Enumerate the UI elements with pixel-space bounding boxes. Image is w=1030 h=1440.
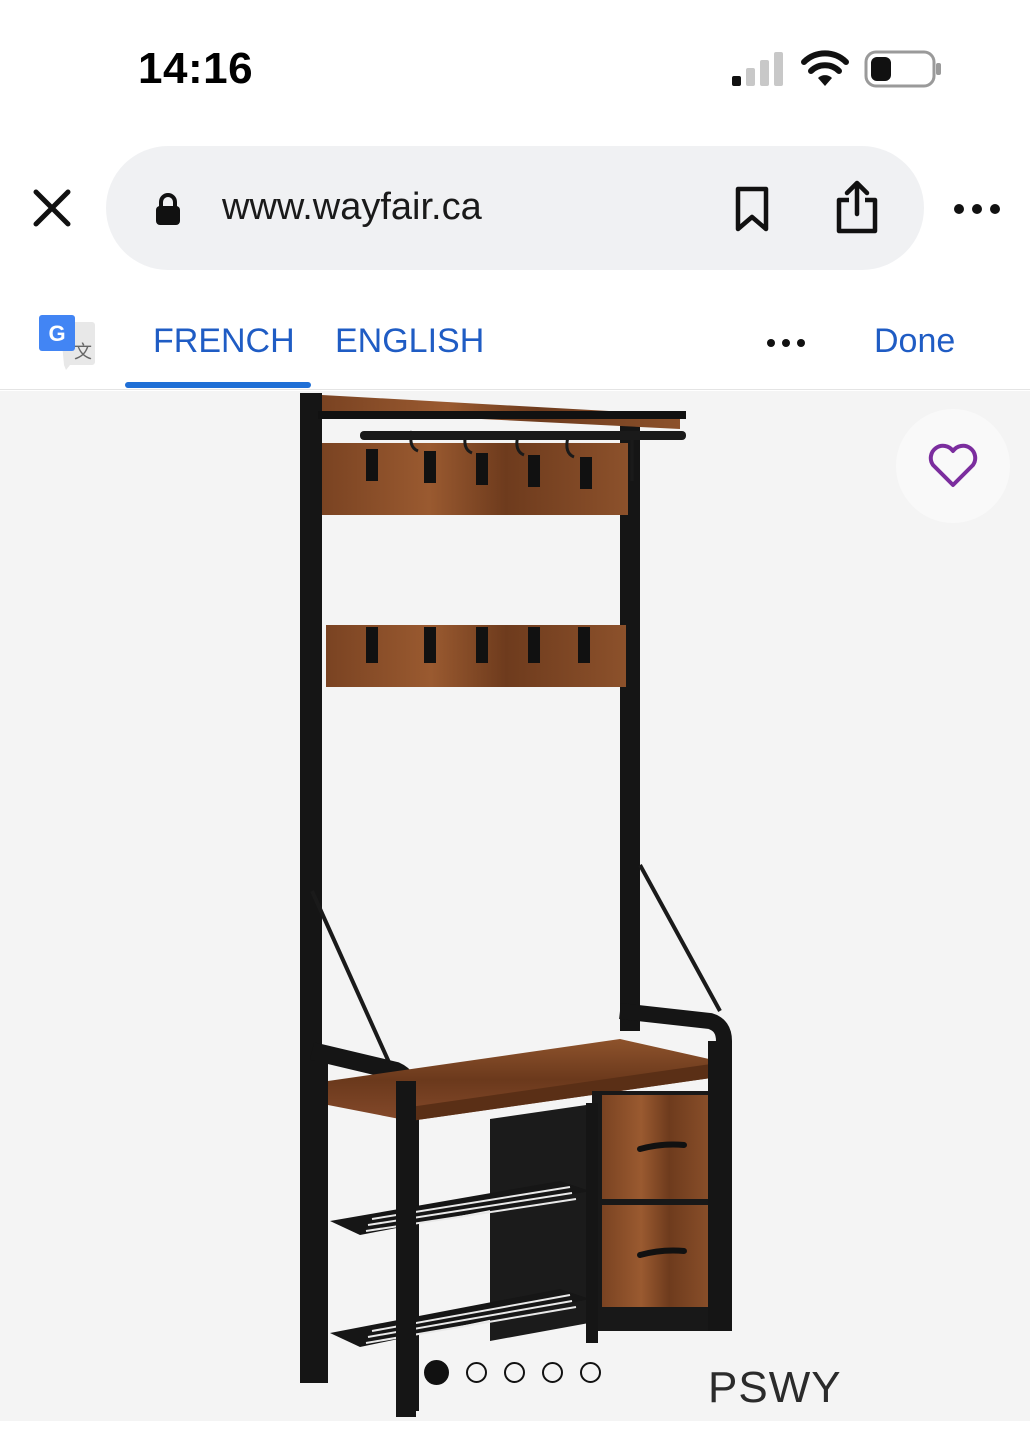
svg-text:文: 文 [74, 342, 92, 363]
done-button[interactable]: Done [874, 322, 955, 361]
heart-icon [928, 443, 978, 487]
bottom-strip [0, 1421, 1030, 1440]
share-icon[interactable] [834, 180, 880, 234]
product-image-gallery[interactable]: PSWY [0, 391, 1030, 1421]
status-bar: 14:16 [0, 0, 1030, 130]
carousel-dot[interactable] [542, 1361, 563, 1383]
address-bar[interactable]: www.wayfair.ca [106, 146, 924, 270]
brand-watermark: PSWY [708, 1363, 842, 1412]
active-tab-indicator [125, 382, 311, 388]
svg-text:G: G [48, 321, 65, 346]
lock-icon [156, 193, 180, 225]
carousel-dot[interactable] [424, 1359, 449, 1385]
carousel-dot[interactable] [466, 1361, 487, 1383]
battery-icon [864, 50, 941, 88]
carousel-dots [424, 1359, 601, 1385]
cellular-signal-icon [732, 52, 783, 86]
status-time: 14:16 [138, 44, 254, 93]
more-icon[interactable] [950, 192, 1004, 226]
google-translate-icon: G 文 [39, 315, 95, 370]
carousel-dot[interactable] [504, 1361, 525, 1383]
wifi-icon [801, 50, 849, 86]
product-image[interactable] [0, 391, 1030, 1421]
bookmark-icon[interactable] [732, 186, 772, 232]
tab-english[interactable]: ENGLISH [335, 322, 484, 361]
translate-bar: G 文 FRENCH ENGLISH Done [0, 296, 1030, 390]
favorite-button[interactable] [896, 409, 1010, 523]
close-icon[interactable] [28, 184, 76, 232]
tab-french[interactable]: FRENCH [153, 322, 295, 361]
url-text[interactable]: www.wayfair.ca [222, 186, 482, 229]
more-icon[interactable] [764, 328, 808, 358]
carousel-dot[interactable] [580, 1361, 601, 1383]
